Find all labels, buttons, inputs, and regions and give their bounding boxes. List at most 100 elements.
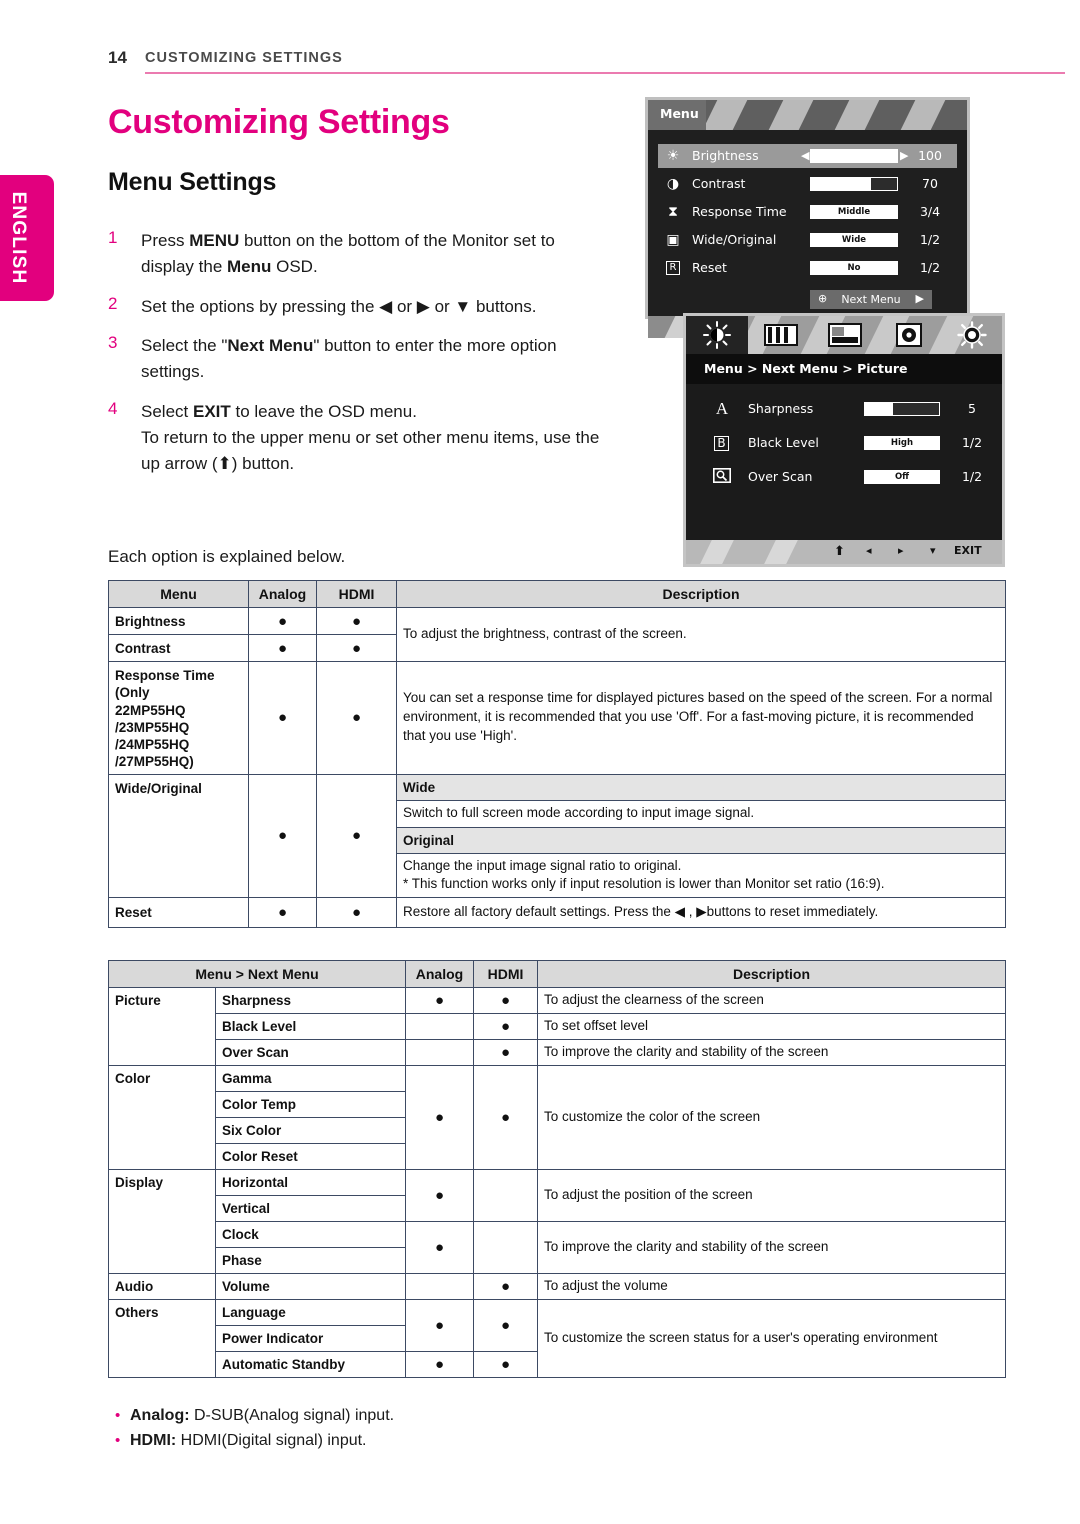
cell-item: Six Color <box>215 1117 406 1144</box>
cell-item: Clock <box>215 1221 406 1248</box>
cell-analog: ● <box>248 634 317 662</box>
step-number: 3 <box>108 333 118 353</box>
table-row: Audio Volume ● To adjust the volume <box>108 1273 1006 1300</box>
osd-picture-screenshot: Menu > Next Menu > Picture A Sharpness 5… <box>683 313 1005 567</box>
step-text: Set the options by pressing the ◀ or ▶ o… <box>141 296 537 316</box>
cell-description: Restore all factory default settings. Pr… <box>396 897 1006 929</box>
cell-description: To improve the clarity and stability of … <box>537 1221 1006 1274</box>
display-tab-icon[interactable] <box>814 316 876 354</box>
exit-button[interactable]: EXIT <box>954 544 982 557</box>
cell-hdmi: ● <box>473 1065 538 1170</box>
color-tab-icon[interactable] <box>750 316 812 354</box>
cell-menu: Wide/Original <box>108 773 249 899</box>
osd-option-text: High <box>890 438 914 448</box>
cell-analog: ● <box>248 607 317 635</box>
table-row: Response Time (Only 22MP55HQ /23MP55HQ /… <box>108 661 1006 775</box>
right-arrow-button[interactable]: ▸ <box>898 544 904 557</box>
up-arrow-button[interactable]: ⬆ <box>834 544 845 559</box>
osd-row-value: 70 <box>922 176 938 191</box>
table-row: Brightness ● ● To adjust the brightness,… <box>108 607 1006 662</box>
cell-analog: ● <box>248 773 317 899</box>
cell-analog: ● <box>405 1221 474 1274</box>
cell-analog: ● <box>248 897 317 929</box>
menu-options-table: Menu Analog HDMI Description Brightness … <box>108 580 1006 929</box>
cell-analog <box>405 1039 474 1066</box>
osd-option-text: No <box>847 263 861 273</box>
contrast-slider[interactable] <box>810 177 898 191</box>
osd-row-label: Wide/Original <box>692 232 777 247</box>
table-row: Color Gamma ● ● To customize the color o… <box>108 1065 1006 1170</box>
cell-description: You can set a response time for displaye… <box>396 661 1006 775</box>
osd-option-text: Wide <box>841 235 867 245</box>
left-arrow-button[interactable]: ◂ <box>866 544 872 557</box>
cell-item: Color Reset <box>215 1143 406 1170</box>
osd-row-value: 1/2 <box>919 260 941 275</box>
osd-row-over-scan[interactable]: Over Scan Off 1/2 <box>686 464 1002 490</box>
sharpness-slider[interactable] <box>864 402 940 416</box>
osd-row-reset[interactable]: R Reset No 1/2 <box>658 256 957 280</box>
brightness-slider[interactable] <box>810 149 898 163</box>
language-tab-label: ENGLISH <box>8 191 29 285</box>
osd-row-response-time[interactable]: ⧗ Response Time Middle 3/4 <box>658 200 957 224</box>
bullet-icon: • <box>115 1407 121 1424</box>
cell-analog <box>405 1013 474 1040</box>
cell-group: Others <box>108 1299 216 1378</box>
osd-row-value: 100 <box>918 148 942 163</box>
cell-item: Phase <box>215 1247 406 1274</box>
osd-row-black-level[interactable]: B Black Level High 1/2 <box>686 430 1002 456</box>
rt-line: (Only <box>115 685 150 701</box>
osd-row-contrast[interactable]: ◑ Contrast 70 <box>658 172 957 196</box>
right-arrow-icon: ▶ <box>915 292 924 305</box>
cell-analog: ● <box>248 661 317 775</box>
osd-row-value: 3/4 <box>919 204 941 219</box>
reset-option[interactable]: No <box>810 261 898 275</box>
cell-description: To adjust the volume <box>537 1273 1006 1300</box>
cell-menu: Response Time (Only 22MP55HQ /23MP55HQ /… <box>108 661 249 775</box>
reset-r-icon: R <box>666 261 680 275</box>
col-description: Description <box>537 960 1006 988</box>
col-menu-next-menu: Menu > Next Menu <box>108 960 406 988</box>
osd-row-sharpness[interactable]: A Sharpness 5 <box>686 396 1002 422</box>
table-row: Over Scan ● To improve the clarity and s… <box>109 1039 1006 1066</box>
col-analog: Analog <box>248 580 317 608</box>
osd-picture-footer: ⬆ ◂ ▸ ▾ EXIT <box>686 540 1002 564</box>
cell-description: To customize the screen status for a use… <box>537 1299 1006 1378</box>
cell-hdmi <box>473 1221 538 1274</box>
cell-hdmi: ● <box>473 1351 538 1378</box>
others-tab-icon[interactable] <box>942 316 1002 354</box>
osd-row-wide-original[interactable]: ▣ Wide/Original Wide 1/2 <box>658 228 957 252</box>
next-menu-button[interactable]: ⊕ Next Menu ▶ <box>810 290 932 309</box>
page-number: 14 <box>108 48 127 67</box>
osd-menu-tabbar: Menu <box>648 100 967 130</box>
contrast-circle-icon: ◑ <box>666 176 680 192</box>
response-time-option[interactable]: Middle <box>810 205 898 219</box>
col-hdmi: HDMI <box>316 580 397 608</box>
col-menu: Menu <box>108 580 249 608</box>
step-item: 4 Select EXIT to leave the OSD menu. To r… <box>108 399 608 476</box>
osd-row-brightness[interactable]: ☀ Brightness ◀ ▶ 100 <box>658 144 957 168</box>
audio-tab-icon[interactable] <box>878 316 940 354</box>
black-level-option[interactable]: High <box>864 436 940 450</box>
cell-analog: ● <box>405 1169 474 1222</box>
hourglass-icon: ⧗ <box>668 204 678 220</box>
next-menu-options-table: Menu > Next Menu Analog HDMI Description… <box>108 960 1006 1378</box>
rt-line: /24MP55HQ <box>115 737 190 753</box>
cell-hdmi: ● <box>473 1039 538 1066</box>
cell-menu: Contrast <box>108 634 249 662</box>
down-arrow-button[interactable]: ▾ <box>930 544 936 557</box>
page-title: Customizing Settings <box>108 103 450 141</box>
wide-original-option[interactable]: Wide <box>810 233 898 247</box>
table-row: Black Level ● To set offset level <box>109 1013 1006 1040</box>
cell-analog: ● <box>405 987 474 1014</box>
cell-item: Over Scan <box>215 1039 406 1066</box>
left-arrow-icon: ◀ <box>801 149 810 162</box>
osd-row-value: 5 <box>968 401 976 416</box>
note-item: • HDMI: HDMI(Digital signal) input. <box>112 1429 394 1454</box>
osd-row-label: Black Level <box>748 435 819 450</box>
osd-picture-tabbar <box>686 316 1002 354</box>
over-scan-option[interactable]: Off <box>864 470 940 484</box>
rt-line: Response Time <box>115 668 215 683</box>
picture-tab-icon[interactable] <box>686 316 748 354</box>
cell-item: Gamma <box>215 1065 406 1092</box>
cell-item: Vertical <box>215 1195 406 1222</box>
